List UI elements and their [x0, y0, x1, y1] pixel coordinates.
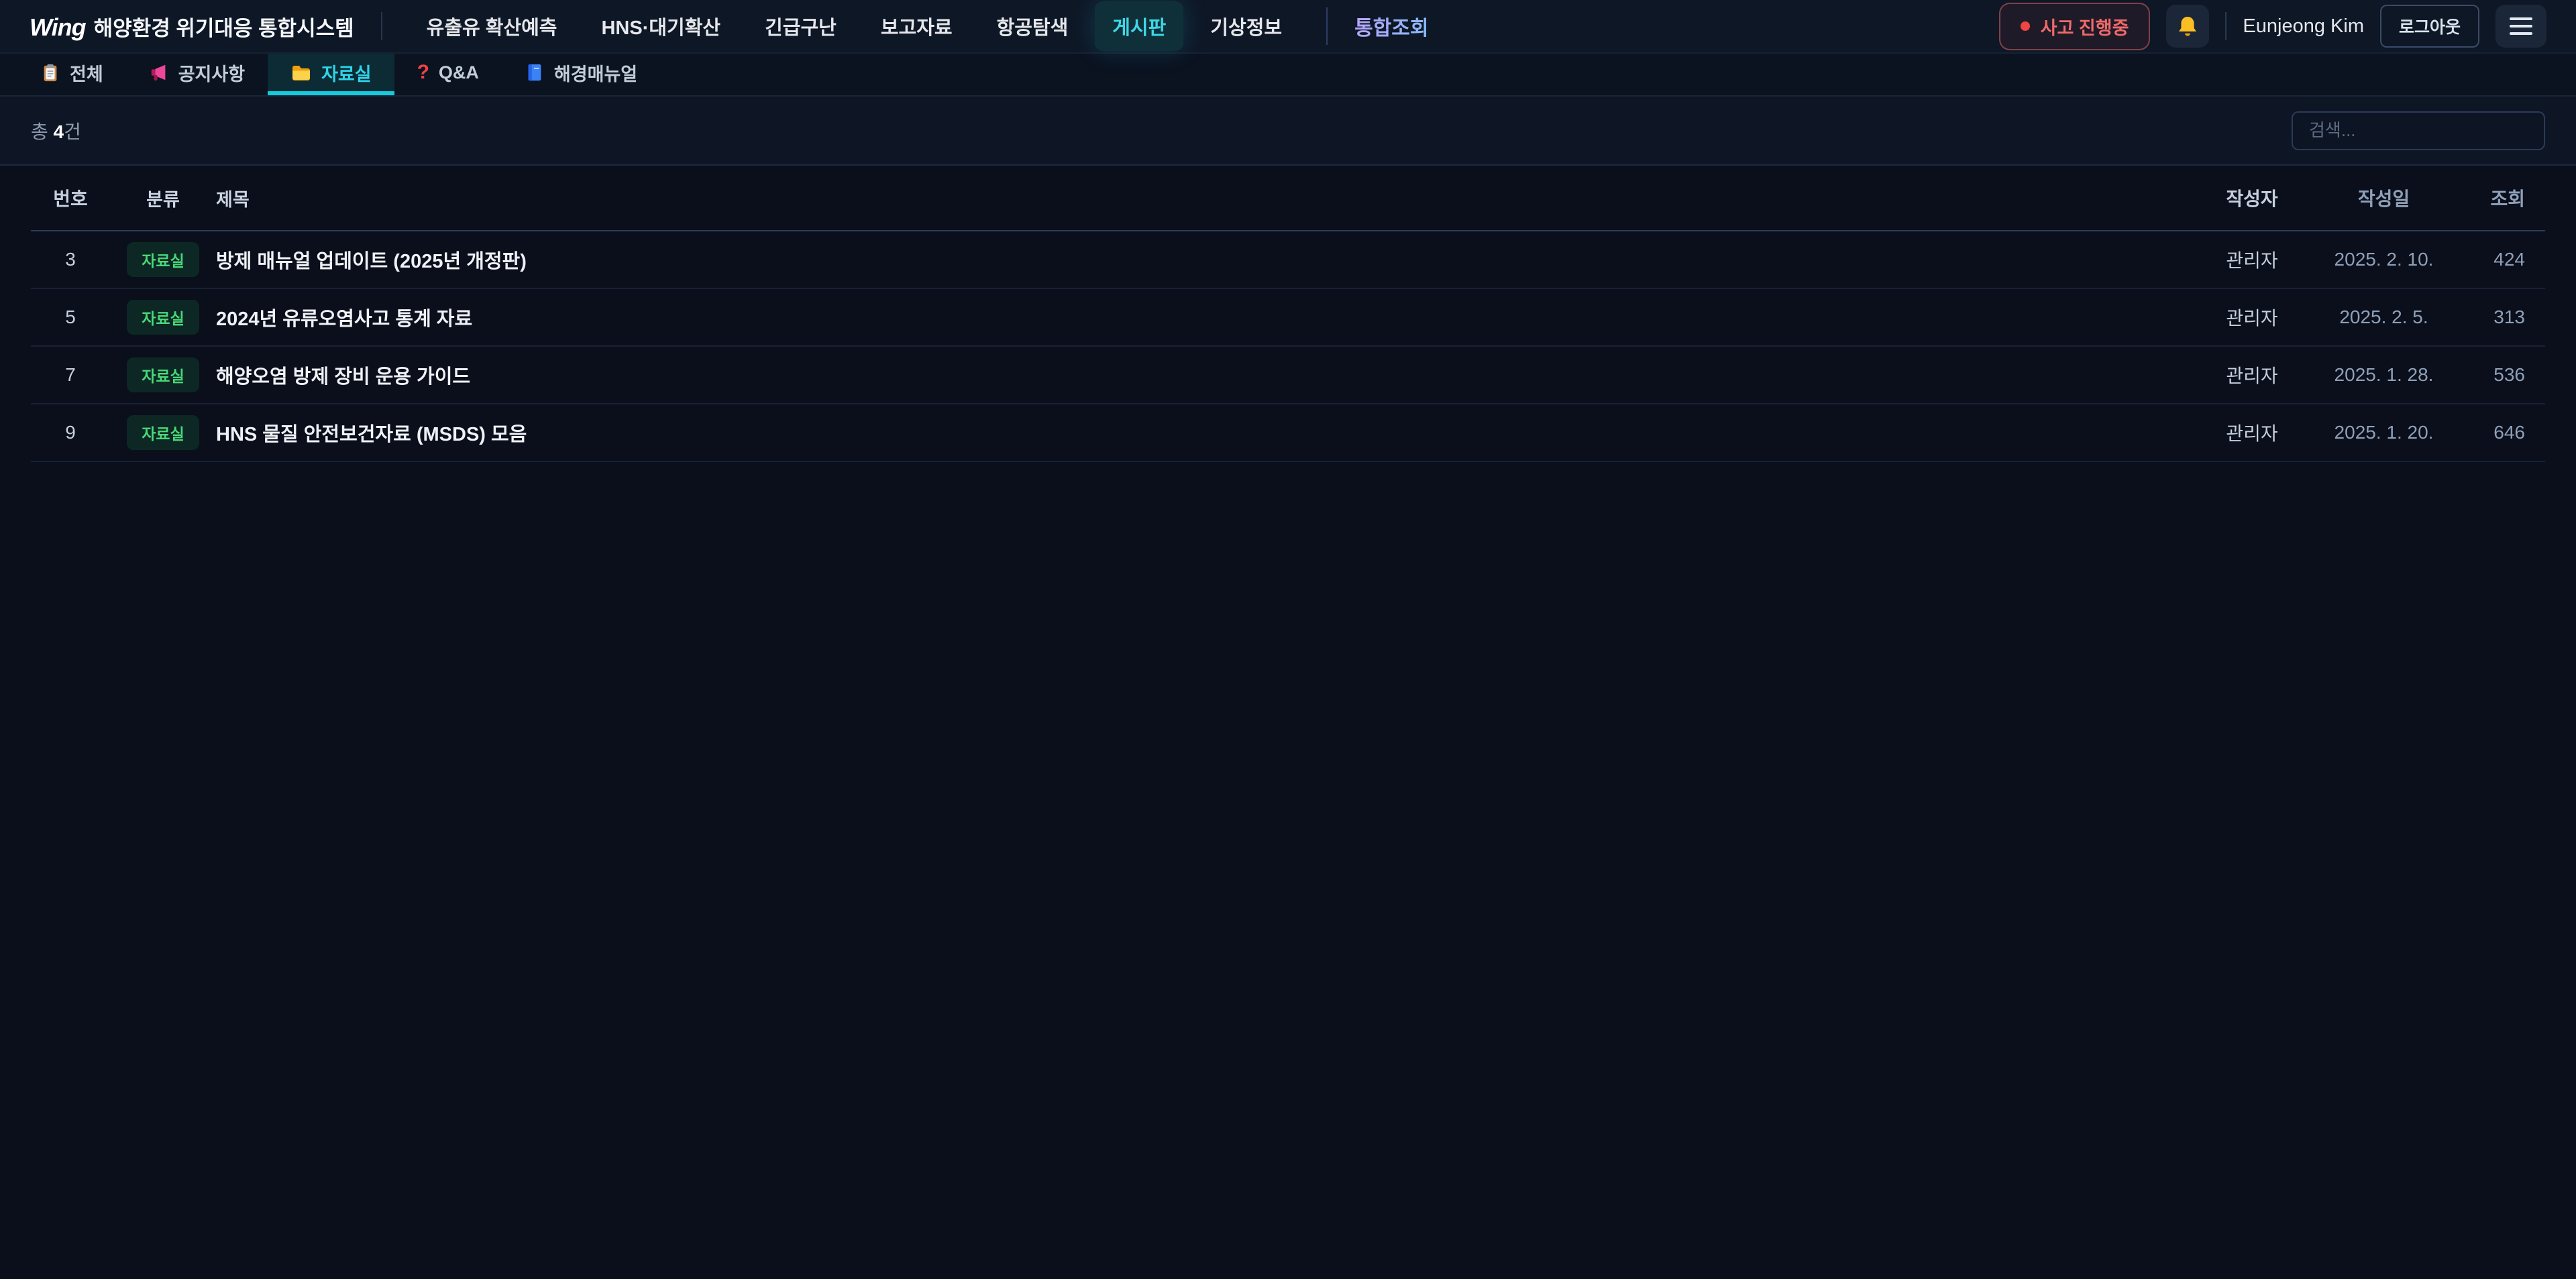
post-date: 2025. 1. 20.	[2308, 422, 2459, 443]
nav-item-integrated-search[interactable]: 통합조회	[1354, 11, 1428, 41]
post-date: 2025. 2. 5.	[2308, 307, 2459, 328]
board-toolbar: 총 4건	[0, 97, 2576, 166]
row-number: 7	[31, 364, 110, 386]
category-badge: 자료실	[127, 357, 199, 392]
nav-item-weather-info[interactable]: 기상정보	[1193, 1, 1299, 51]
tab-resources[interactable]: 자료실	[268, 54, 394, 95]
post-title: HNS 물질 안전보건자료 (MSDS) 모음	[216, 419, 2196, 447]
post-date: 2025. 2. 10.	[2308, 249, 2459, 270]
notification-bell-button[interactable]	[2166, 5, 2209, 48]
bell-icon	[2176, 14, 2200, 38]
tab-notice-label: 공지사항	[178, 60, 245, 86]
table-row[interactable]: 5 자료실 2024년 유류오염사고 통계 자료 관리자 2025. 2. 5.…	[31, 289, 2545, 347]
column-header-date: 작성일	[2308, 184, 2459, 211]
total-count-text: 총 4건	[31, 117, 81, 144]
tab-manual[interactable]: 해경매뉴얼	[502, 54, 660, 95]
folder-icon	[290, 62, 312, 83]
incident-status-badge[interactable]: 사고 진행중	[1999, 3, 2151, 50]
post-author: 관리자	[2196, 419, 2308, 446]
clipboard-icon	[40, 62, 60, 82]
menu-button[interactable]	[2496, 5, 2546, 48]
category-badge: 자료실	[127, 242, 199, 277]
app-logo[interactable]: Wing 해양환경 위기대응 통합시스템	[30, 11, 354, 42]
post-title: 2024년 유류오염사고 통계 자료	[216, 303, 2196, 331]
column-header-title: 제목	[216, 185, 2196, 211]
tab-qna-label: Q&A	[439, 62, 479, 83]
column-header-category: 분류	[110, 185, 216, 211]
row-number: 5	[31, 307, 110, 328]
incident-badge-label: 사고 진행중	[2041, 13, 2129, 40]
post-views: 646	[2459, 422, 2545, 443]
nav-item-board[interactable]: 게시판	[1095, 1, 1183, 51]
column-header-author: 작성자	[2196, 184, 2308, 211]
column-header-no: 번호	[31, 184, 110, 211]
row-number: 3	[31, 249, 110, 270]
total-count: 4	[54, 121, 64, 142]
nav-item-report-data[interactable]: 보고자료	[863, 1, 970, 51]
post-author: 관리자	[2196, 304, 2308, 331]
tab-manual-label: 해경매뉴얼	[554, 60, 637, 86]
row-number: 9	[31, 422, 110, 443]
header-right: 사고 진행중 Eunjeong Kim 로그아웃	[1999, 3, 2546, 50]
nav-item-aerial-search[interactable]: 항공탐색	[979, 1, 1086, 51]
post-views: 424	[2459, 249, 2545, 270]
nav-item-emergency-rescue[interactable]: 긴급구난	[747, 1, 854, 51]
tab-all-label: 전체	[70, 60, 103, 86]
tab-resources-label: 자료실	[321, 60, 372, 86]
tab-all[interactable]: 전체	[17, 54, 126, 95]
main-nav: 유출유 확산예측 HNS·대기확산 긴급구난 보고자료 항공탐색 게시판 기상정…	[409, 1, 1429, 51]
status-dot-icon	[2021, 21, 2030, 31]
board-tab-bar: 전체 공지사항 자료실 ? Q&A	[0, 54, 2576, 97]
post-views: 536	[2459, 364, 2545, 386]
question-icon: ?	[417, 61, 429, 84]
nav-divider	[1326, 7, 1328, 45]
nav-item-hns-air-diffusion[interactable]: HNS·대기확산	[584, 1, 738, 51]
app-title: 해양환경 위기대응 통합시스템	[94, 11, 354, 42]
header-right-divider	[2225, 12, 2226, 40]
hamburger-icon	[2510, 17, 2532, 35]
post-author: 관리자	[2196, 246, 2308, 273]
tab-qna[interactable]: ? Q&A	[394, 54, 502, 95]
post-title: 해양오염 방제 장비 운용 가이드	[216, 361, 2196, 389]
table-row[interactable]: 3 자료실 방제 매뉴얼 업데이트 (2025년 개정판) 관리자 2025. …	[31, 231, 2545, 289]
post-title: 방제 매뉴얼 업데이트 (2025년 개정판)	[216, 245, 2196, 274]
table-row[interactable]: 7 자료실 해양오염 방제 장비 운용 가이드 관리자 2025. 1. 28.…	[31, 347, 2545, 404]
megaphone-icon	[149, 62, 169, 82]
top-header: Wing 해양환경 위기대응 통합시스템 유출유 확산예측 HNS·대기확산 긴…	[0, 0, 2576, 54]
column-header-views: 조회	[2459, 184, 2545, 211]
header-divider	[381, 12, 382, 40]
category-badge: 자료실	[127, 300, 199, 335]
post-author: 관리자	[2196, 362, 2308, 388]
table-row[interactable]: 9 자료실 HNS 물질 안전보건자료 (MSDS) 모음 관리자 2025. …	[31, 404, 2545, 462]
post-date: 2025. 1. 28.	[2308, 364, 2459, 386]
logout-button[interactable]: 로그아웃	[2380, 5, 2479, 48]
board-table: 번호 분류 제목 작성자 작성일 조회 3 자료실 방제 매뉴얼 업데이트 (2…	[31, 166, 2545, 462]
user-name: Eunjeong Kim	[2243, 15, 2364, 38]
nav-item-oil-spill-prediction[interactable]: 유출유 확산예측	[409, 1, 575, 51]
search-input[interactable]	[2292, 111, 2545, 150]
category-badge: 자료실	[127, 415, 199, 450]
tab-notice[interactable]: 공지사항	[126, 54, 268, 95]
table-header-row: 번호 분류 제목 작성자 작성일 조회	[31, 166, 2545, 231]
post-views: 313	[2459, 307, 2545, 328]
book-icon	[525, 62, 545, 82]
logo-mark: Wing	[30, 13, 86, 42]
